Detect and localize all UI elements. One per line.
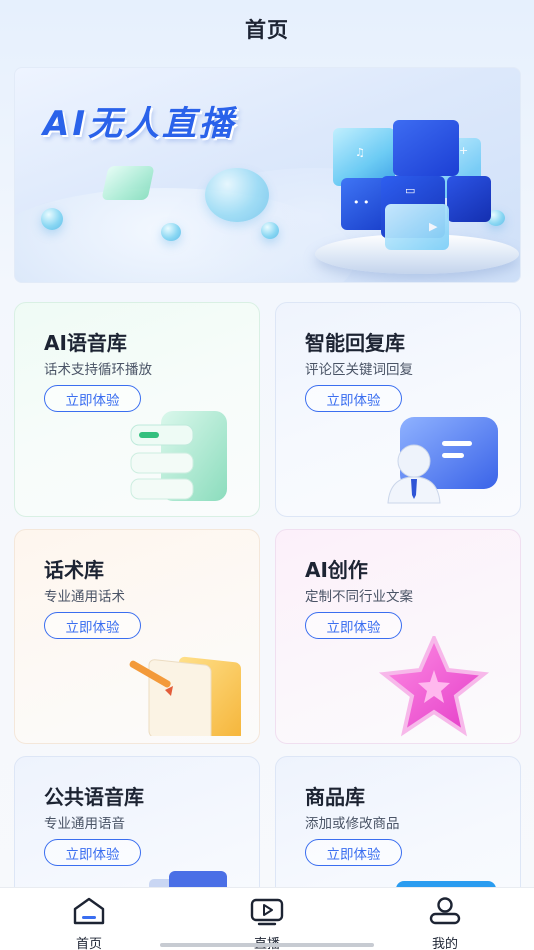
banner-orb: [205, 168, 269, 222]
card-title: 商品库: [305, 785, 365, 809]
try-now-button[interactable]: 立即体验: [305, 612, 402, 639]
star-icon: [376, 633, 496, 740]
tab-profile[interactable]: 我的: [410, 896, 480, 950]
card-title: 智能回复库: [305, 331, 405, 355]
try-now-button[interactable]: 立即体验: [44, 839, 141, 866]
card-ai-creation[interactable]: AI创作 定制不同行业文案 立即体验: [275, 529, 521, 744]
card-ai-voice-library[interactable]: AI语音库 话术支持循环播放 立即体验: [14, 302, 260, 517]
card-title: 话术库: [44, 558, 104, 582]
card-smart-reply-library[interactable]: 智能回复库 评论区关键词回复 立即体验: [275, 302, 521, 517]
banner-orb: [261, 222, 279, 239]
banner-headline: AI无人直播: [43, 104, 236, 144]
cube-decoration: [393, 120, 459, 176]
banner-orb: [161, 223, 181, 241]
tab-label: 首页: [75, 937, 102, 950]
tab-label: 我的: [431, 937, 458, 950]
live-icon: [249, 896, 285, 930]
promo-banner[interactable]: AI无人直播 ♫ + • • ▭ ▶: [14, 67, 521, 283]
banner-orb: [41, 208, 63, 230]
bottom-tab-bar: 首页 直播 我的: [0, 887, 534, 950]
try-now-button[interactable]: 立即体验: [305, 385, 402, 412]
chat-agent-icon: [380, 411, 504, 507]
play-cube-icon: ▶: [385, 204, 449, 250]
card-title: 公共语音库: [44, 785, 144, 809]
card-subtitle: 评论区关键词回复: [305, 362, 413, 378]
card-subtitle: 专业通用语音: [44, 816, 125, 832]
tab-live[interactable]: 直播: [232, 896, 302, 950]
banner-gem-decoration: [101, 166, 155, 200]
card-title: AI语音库: [44, 331, 127, 355]
home-icon: [71, 896, 107, 930]
try-now-button[interactable]: 立即体验: [305, 839, 402, 866]
card-script-library[interactable]: 话术库 专业通用话术 立即体验: [14, 529, 260, 744]
tab-label: 直播: [254, 933, 280, 950]
card-subtitle: 话术支持循环播放: [44, 362, 152, 378]
card-subtitle: 添加或修改商品: [305, 816, 400, 832]
document-pencil-icon: [119, 644, 253, 743]
card-title: AI创作: [305, 558, 368, 582]
card-subtitle: 专业通用话术: [44, 589, 125, 605]
cube-decoration: [447, 176, 491, 222]
profile-icon: [427, 896, 463, 930]
card-subtitle: 定制不同行业文案: [305, 589, 413, 605]
tab-home[interactable]: 首页: [54, 896, 124, 950]
page-header: 首页: [0, 0, 534, 58]
home-indicator[interactable]: [160, 943, 374, 947]
try-now-button[interactable]: 立即体验: [44, 612, 141, 639]
page-title: 首页: [245, 18, 289, 42]
audio-stack-icon: [125, 403, 243, 507]
